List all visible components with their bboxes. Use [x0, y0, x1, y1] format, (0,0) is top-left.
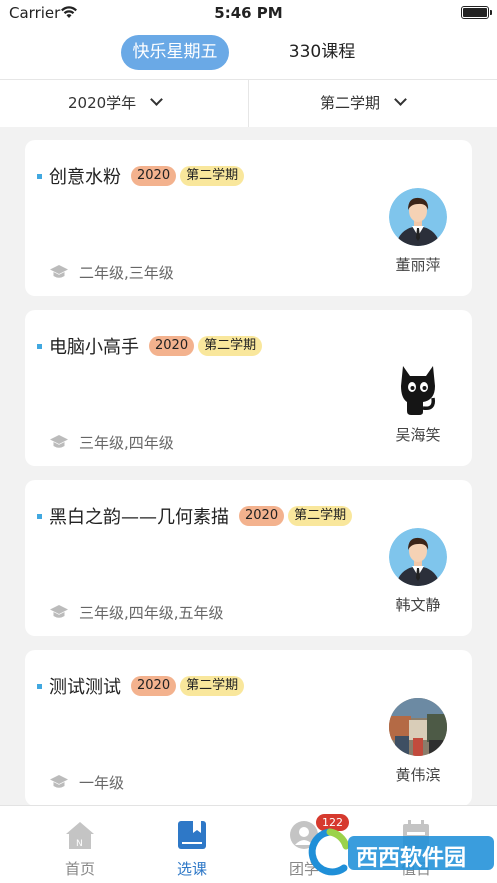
- teacher-name: 黄伟滨: [395, 766, 441, 784]
- title-marker: [37, 344, 42, 349]
- tab-happy-friday[interactable]: 快乐星期五: [121, 35, 229, 70]
- filter-bar: 2020学年 第二学期: [0, 80, 497, 127]
- svg-text:N: N: [76, 839, 83, 849]
- term-filter-dropdown[interactable]: 第二学期: [320, 80, 407, 127]
- home-icon: N: [66, 822, 94, 849]
- year-filter-label: 2020学年: [68, 94, 137, 112]
- grade-levels: 三年级,四年级,五年级: [49, 600, 224, 624]
- tab-home-label: 首页: [64, 860, 95, 878]
- course-title-row: 测试测试 2020 第二学期: [49, 672, 248, 700]
- grade-text: 三年级,四年级: [79, 433, 174, 452]
- man-avatar-icon: [389, 528, 447, 586]
- grade-text: 三年级,四年级,五年级: [79, 603, 224, 622]
- watermark-text: 西西软件园: [356, 846, 467, 871]
- teacher-name: 吴海笑: [395, 426, 441, 444]
- segment-tabs: 快乐星期五 330课程: [0, 26, 497, 80]
- clock: 5:46 PM: [214, 4, 283, 22]
- grade-text: 二年级,三年级: [79, 263, 174, 282]
- graduation-cap-icon: [50, 265, 68, 278]
- grade-levels: 二年级,三年级: [49, 260, 174, 284]
- grade-levels: 三年级,四年级: [49, 430, 174, 454]
- term-filter-label: 第二学期: [320, 94, 381, 112]
- course-title: 电脑小高手: [49, 337, 139, 358]
- course-card[interactable]: 黑白之韵——几何素描 2020 第二学期 韩文静 三年级,四年级,五年级: [25, 480, 472, 636]
- year-badge: 2020: [131, 166, 177, 186]
- grade-text: 一年级: [79, 773, 125, 792]
- course-title: 黑白之韵——几何素描: [49, 507, 229, 528]
- title-marker: [37, 684, 42, 689]
- course-card[interactable]: 创意水粉 2020 第二学期 董丽萍 二年级,三年级: [25, 140, 472, 296]
- year-badge: 2020: [131, 676, 177, 696]
- course-title: 创意水粉: [49, 167, 121, 188]
- teacher-name: 董丽萍: [395, 256, 441, 274]
- course-card[interactable]: 测试测试 2020 第二学期 黄伟滨 一年级: [25, 650, 472, 806]
- course-title-row: 创意水粉 2020 第二学期: [49, 162, 248, 190]
- status-bar: Carrier 5:46 PM: [0, 0, 497, 26]
- bookmark-book-icon: [178, 821, 206, 849]
- tab-course-selection[interactable]: 选课: [130, 806, 254, 883]
- course-title-row: 黑白之韵——几何素描 2020 第二学期: [49, 502, 356, 530]
- tab-330-courses[interactable]: 330课程: [276, 35, 368, 70]
- graduation-cap-icon: [50, 435, 68, 448]
- battery-icon: [461, 6, 492, 19]
- photo-avatar: [389, 698, 447, 756]
- year-badge: 2020: [149, 336, 195, 356]
- graduation-cap-icon: [50, 605, 68, 618]
- tab-course-selection-label: 选课: [176, 860, 207, 878]
- tab-home[interactable]: N 首页: [18, 806, 142, 883]
- course-title-row: 电脑小高手 2020 第二学期: [49, 332, 266, 360]
- teacher-name: 韩文静: [395, 596, 441, 614]
- black-cat-icon: [389, 358, 447, 416]
- title-marker: [37, 514, 42, 519]
- title-marker: [37, 174, 42, 179]
- chevron-down-icon: [394, 93, 407, 106]
- year-badge: 2020: [239, 506, 285, 526]
- term-badge: 第二学期: [288, 506, 353, 526]
- man-avatar-icon: [389, 188, 447, 246]
- watermark-logo: 西西软件园: [300, 826, 496, 878]
- chevron-down-icon: [150, 93, 164, 106]
- filter-divider: [248, 80, 249, 127]
- term-badge: 第二学期: [180, 676, 245, 696]
- term-badge: 第二学期: [198, 336, 263, 356]
- grade-levels: 一年级: [49, 770, 124, 794]
- year-filter-dropdown[interactable]: 2020学年: [68, 80, 164, 127]
- term-badge: 第二学期: [180, 166, 245, 186]
- graduation-cap-icon: [50, 775, 68, 788]
- course-title: 测试测试: [49, 677, 121, 698]
- course-card[interactable]: 电脑小高手 2020 第二学期 吴海笑 三年级,四年级: [25, 310, 472, 466]
